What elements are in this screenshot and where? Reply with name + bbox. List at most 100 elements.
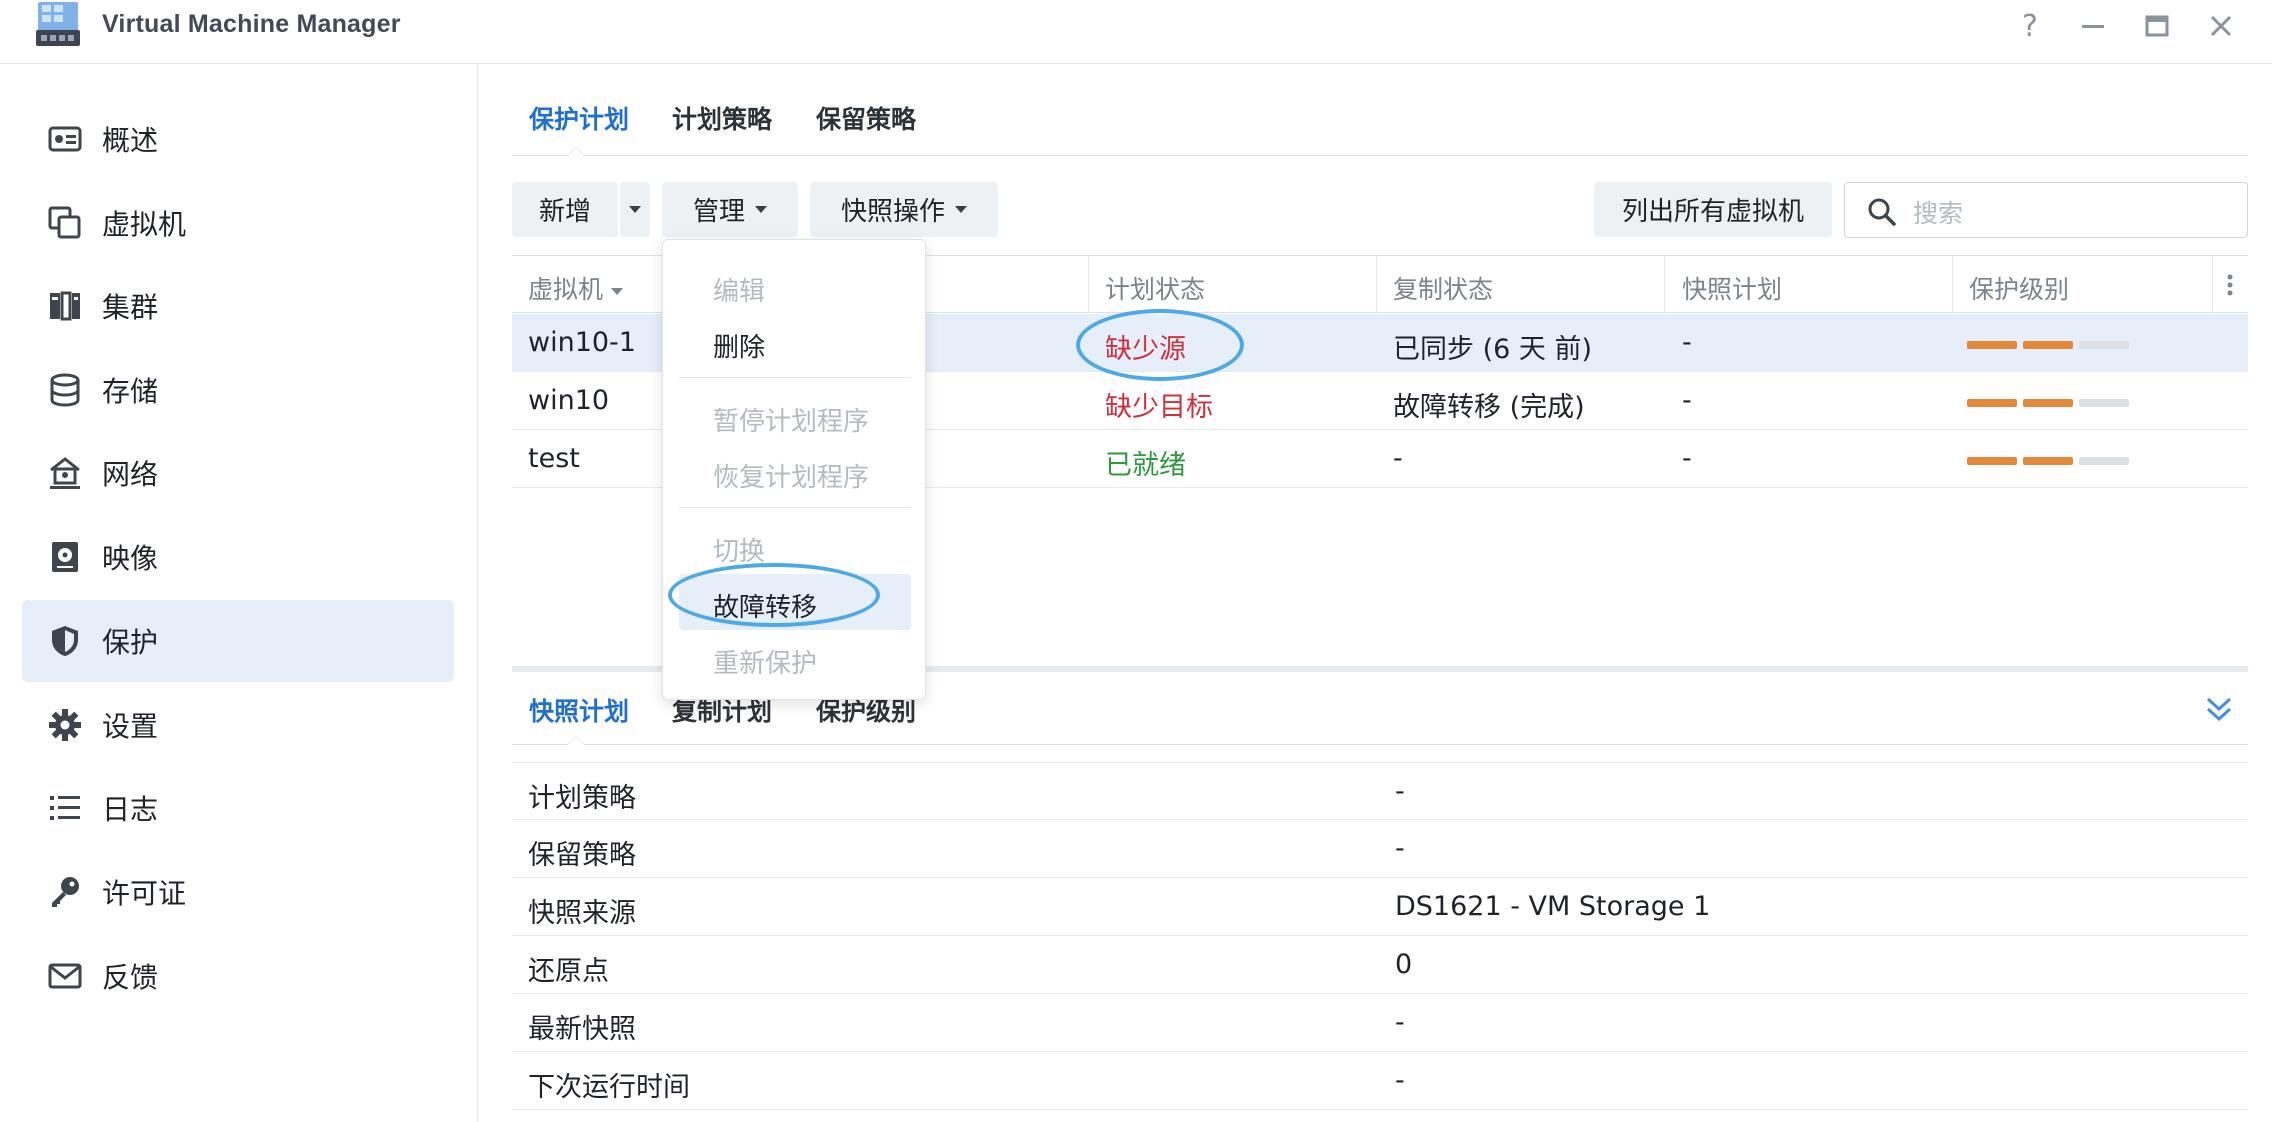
column-options-icon[interactable]	[2226, 274, 2234, 296]
protection-level-segment	[2079, 341, 2129, 349]
menu-item-reprotect[interactable]: 重新保护	[679, 630, 911, 686]
column-header-snapshot-plan[interactable]: 快照计划	[1682, 270, 1782, 306]
tab-plan-policy[interactable]: 计划策略	[672, 100, 772, 136]
menu-item-switchover[interactable]: 切换	[679, 518, 911, 574]
mail-icon	[48, 963, 82, 989]
detail-label: 保留策略	[528, 840, 636, 871]
sidebar-item-log[interactable]: 日志	[22, 767, 454, 849]
detail-row: 还原点 0	[512, 936, 2248, 994]
menu-separator	[679, 507, 911, 508]
sidebar-item-image[interactable]: 映像	[22, 516, 454, 598]
add-button[interactable]: 新增	[512, 182, 618, 237]
close-button[interactable]	[2201, 6, 2241, 46]
sidebar-item-label: 虚拟机	[102, 208, 187, 241]
protection-level-bar	[1967, 314, 2137, 372]
menu-item-failover[interactable]: 故障转移	[679, 574, 911, 630]
snapshot-plan: -	[1682, 385, 1692, 416]
search-icon	[1868, 198, 1896, 226]
detail-row: 快照来源 DS1621 - VM Storage 1	[512, 878, 2248, 936]
manage-button-label: 管理	[692, 197, 745, 227]
maximize-button[interactable]	[2137, 6, 2177, 46]
menu-item-resume-scheduler[interactable]: 恢复计划程序	[679, 444, 911, 500]
sidebar-item-cluster[interactable]: 集群	[22, 265, 454, 347]
app-title: Virtual Machine Manager	[102, 10, 401, 38]
detail-value: -	[1395, 1065, 1405, 1096]
menu-item-label: 故障转移	[713, 593, 818, 623]
minimize-button[interactable]	[2073, 6, 2113, 46]
tab-retention-policy[interactable]: 保留策略	[816, 100, 916, 136]
column-header-replication-status[interactable]: 复制状态	[1393, 270, 1493, 306]
snapshot-operations-button[interactable]: 快照操作	[810, 182, 998, 237]
chevron-down-icon	[955, 206, 967, 213]
detail-row: 保留策略 -	[512, 820, 2248, 878]
sidebar-item-license[interactable]: 许可证	[22, 851, 454, 933]
detail-label: 计划策略	[528, 783, 636, 814]
sidebar-item-virtual-machine[interactable]: 虚拟机	[22, 182, 454, 264]
column-header-protection-level[interactable]: 保护级别	[1969, 270, 2069, 306]
vm-name: win10-1	[528, 327, 636, 358]
sidebar-item-settings[interactable]: 设置	[22, 684, 454, 766]
column-header-label: 虚拟机	[528, 275, 604, 304]
replication-status: 故障转移 (完成)	[1393, 392, 1585, 423]
list-all-vms-button[interactable]: 列出所有虚拟机	[1594, 182, 1832, 237]
detail-row: 最新快照 -	[512, 994, 2248, 1052]
protection-level-segment	[2023, 399, 2073, 407]
sidebar-item-overview[interactable]: 概述	[22, 98, 454, 180]
sidebar-item-feedback[interactable]: 反馈	[22, 935, 454, 1017]
sidebar-item-label: 许可证	[102, 877, 187, 910]
protection-level-segment	[1967, 341, 2017, 349]
vmm-app-icon	[36, 2, 80, 46]
menu-item-label: 恢复计划程序	[713, 463, 870, 493]
sidebar-item-protection[interactable]: 保护	[22, 600, 454, 682]
column-header-vm[interactable]: 虚拟机	[528, 270, 624, 306]
collapse-panel-icon[interactable]	[2204, 694, 2234, 724]
shield-icon	[52, 626, 78, 656]
maximize-icon	[2145, 15, 2169, 37]
detail-row: 下次运行时间 -	[512, 1052, 2248, 1110]
protection-level-bar	[1967, 430, 2137, 488]
snapshot-operations-label: 快照操作	[840, 197, 945, 227]
sidebar-item-network[interactable]: 网络	[22, 432, 454, 514]
column-separator	[1088, 256, 1089, 313]
protection-level-bar	[1967, 372, 2137, 430]
active-tab-indicator	[567, 147, 585, 156]
replication-status: 已同步 (6 天 前)	[1393, 334, 1592, 365]
chevron-down-icon	[755, 206, 767, 213]
vm-name: win10	[528, 385, 610, 416]
menu-item-label: 重新保护	[713, 649, 818, 679]
menu-item-pause-scheduler[interactable]: 暂停计划程序	[679, 388, 911, 444]
column-header-plan-status[interactable]: 计划状态	[1105, 270, 1205, 306]
search-box[interactable]: 搜索	[1844, 182, 2248, 238]
column-separator	[1952, 256, 1953, 313]
manage-button[interactable]: 管理	[662, 182, 798, 237]
sidebar-item-label: 集群	[102, 291, 159, 324]
sort-caret-icon	[611, 287, 624, 295]
sidebar-item-label: 日志	[102, 793, 159, 826]
add-dropdown-button[interactable]	[620, 182, 650, 237]
tab-snapshot-plan[interactable]: 快照计划	[529, 692, 629, 728]
detail-value: 0	[1395, 949, 1413, 980]
plan-status: 缺少源	[1105, 334, 1186, 365]
sidebar-item-label: 网络	[102, 458, 159, 491]
detail-value: -	[1395, 776, 1405, 807]
sidebar: 概述 虚拟机 集群 存储 网络 映像 保护 设置 日志 许可证 反馈	[0, 65, 478, 1122]
image-icon	[52, 542, 78, 572]
vm-name: test	[528, 443, 580, 474]
column-separator	[1664, 256, 1665, 313]
menu-item-delete[interactable]: 删除	[679, 314, 911, 370]
plan-status: 缺少目标	[1105, 392, 1213, 423]
log-list-icon	[50, 796, 80, 820]
help-button[interactable]: ?	[2010, 6, 2050, 46]
sidebar-item-storage[interactable]: 存储	[22, 349, 454, 431]
cluster-icon	[50, 291, 80, 321]
protection-level-segment	[1967, 457, 2017, 465]
menu-item-edit[interactable]: 编辑	[679, 258, 911, 314]
search-input[interactable]: 搜索	[1913, 194, 1963, 230]
sidebar-item-label: 映像	[102, 542, 159, 575]
detail-tabs-underline	[512, 744, 2248, 745]
sidebar-item-label: 设置	[102, 710, 159, 743]
detail-label: 快照来源	[528, 898, 636, 929]
protection-level-segment	[2079, 399, 2129, 407]
active-detail-tab-indicator	[567, 736, 585, 745]
tab-protection-plan[interactable]: 保护计划	[529, 100, 629, 136]
